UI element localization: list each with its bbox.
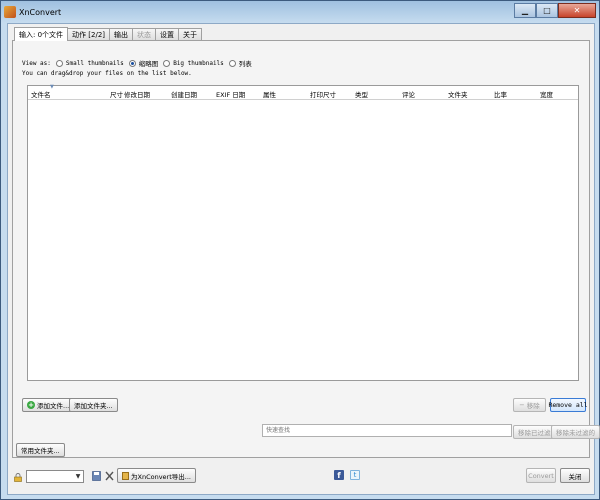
- minimize-icon: ▁: [521, 6, 529, 15]
- column-header-folder[interactable]: 文件夹: [448, 89, 468, 99]
- export-xnconvert-label: 为XnConvert导出...: [131, 472, 191, 481]
- column-header-modified[interactable]: 修改日期: [124, 89, 150, 99]
- maximize-icon: □: [543, 6, 551, 15]
- radio-big-thumbnails[interactable]: [163, 59, 171, 67]
- tab-bar: 输入: 0个文件 动作 [2/2] 输出 状态 设置 关于: [14, 27, 202, 41]
- remove-unfiltered-button: 移除未过滤的: [551, 425, 600, 439]
- view-as-label: View as:: [22, 59, 51, 67]
- minus-icon: −: [519, 401, 525, 409]
- add-folder-button[interactable]: 添加文件夹...: [69, 398, 118, 412]
- column-header-exif-date[interactable]: EXIF 日期: [216, 89, 245, 99]
- convert-button: Convert: [526, 468, 556, 483]
- radio-list[interactable]: [228, 59, 236, 67]
- common-folders-button[interactable]: 常用文件夹...: [16, 443, 65, 457]
- save-icon[interactable]: [92, 471, 101, 481]
- column-header-created[interactable]: 创建日期: [171, 89, 197, 99]
- export-icon: [122, 471, 129, 480]
- file-list-header: 文件名 ▼ 尺寸 修改日期 创建日期 EXIF 日期 属性 打印尺寸 类型 评论…: [28, 84, 578, 100]
- app-window: XnConvert ▁ □ ✕ 输入: 0个文件 动作 [2/2] 输出 状态 …: [0, 0, 600, 500]
- preset-select[interactable]: ▼: [26, 470, 84, 483]
- remove-all-button[interactable]: Remove all: [548, 398, 588, 412]
- column-header-ratio[interactable]: 比率: [494, 89, 507, 99]
- delete-icon[interactable]: [105, 471, 114, 481]
- minimize-button[interactable]: ▁: [514, 3, 536, 18]
- column-header-type[interactable]: 类型: [355, 89, 368, 99]
- view-as-group: View as: Small thumbnails 缩略图 Big thumbn…: [22, 58, 252, 68]
- facebook-icon[interactable]: f: [334, 470, 344, 480]
- sort-arrow-icon: ▼: [50, 84, 54, 90]
- add-files-button[interactable]: + 添加文件...: [22, 398, 75, 412]
- bottom-bar: ▼ 为XnConvert导出... f t Convert 关闭: [8, 464, 594, 494]
- main-client: 输入: 0个文件 动作 [2/2] 输出 状态 设置 关于 View as: S…: [7, 23, 600, 495]
- radio-big-thumbnails-label[interactable]: Big thumbnails: [173, 60, 224, 67]
- radio-small-thumbnails-label[interactable]: Small thumbnails: [66, 60, 124, 67]
- close-button[interactable]: 关闭: [560, 468, 590, 483]
- input-panel: View as: Small thumbnails 缩略图 Big thumbn…: [12, 40, 600, 458]
- add-files-label: 添加文件...: [37, 402, 70, 410]
- column-header-width[interactable]: 宽度: [540, 89, 553, 99]
- close-icon: ✕: [573, 6, 581, 15]
- column-header-print-size[interactable]: 打印尺寸: [310, 89, 336, 99]
- column-header-filename[interactable]: 文件名: [31, 89, 51, 99]
- quick-search-input[interactable]: [262, 424, 512, 437]
- add-plus-icon: +: [27, 401, 35, 409]
- column-header-attributes[interactable]: 属性: [263, 89, 276, 99]
- column-header-size[interactable]: 尺寸: [110, 89, 123, 99]
- lock-icon[interactable]: [14, 473, 22, 482]
- tab-input[interactable]: 输入: 0个文件: [14, 27, 69, 41]
- twitter-icon[interactable]: t: [350, 470, 360, 480]
- close-window-button[interactable]: ✕: [558, 3, 596, 18]
- radio-thumbnails-label[interactable]: 缩略图: [139, 58, 159, 68]
- maximize-button[interactable]: □: [536, 3, 558, 18]
- remove-label: 移除: [526, 402, 540, 410]
- app-logo-icon: [4, 6, 16, 18]
- file-list[interactable]: 文件名 ▼ 尺寸 修改日期 创建日期 EXIF 日期 属性 打印尺寸 类型 评论…: [27, 84, 579, 381]
- column-header-comment[interactable]: 评论: [402, 89, 415, 99]
- chevron-down-icon: ▼: [75, 473, 81, 480]
- radio-thumbnails[interactable]: [128, 59, 136, 67]
- window-controls: ▁ □ ✕: [514, 3, 596, 18]
- title-bar[interactable]: XnConvert ▁ □ ✕: [1, 1, 599, 23]
- export-xnconvert-button[interactable]: 为XnConvert导出...: [117, 468, 196, 483]
- window-title: XnConvert: [19, 7, 62, 17]
- radio-list-label[interactable]: 列表: [239, 58, 252, 68]
- radio-small-thumbnails[interactable]: [55, 59, 63, 67]
- drag-drop-hint: You can drag&drop your files on the list…: [22, 70, 192, 77]
- remove-button: − 移除: [513, 398, 546, 412]
